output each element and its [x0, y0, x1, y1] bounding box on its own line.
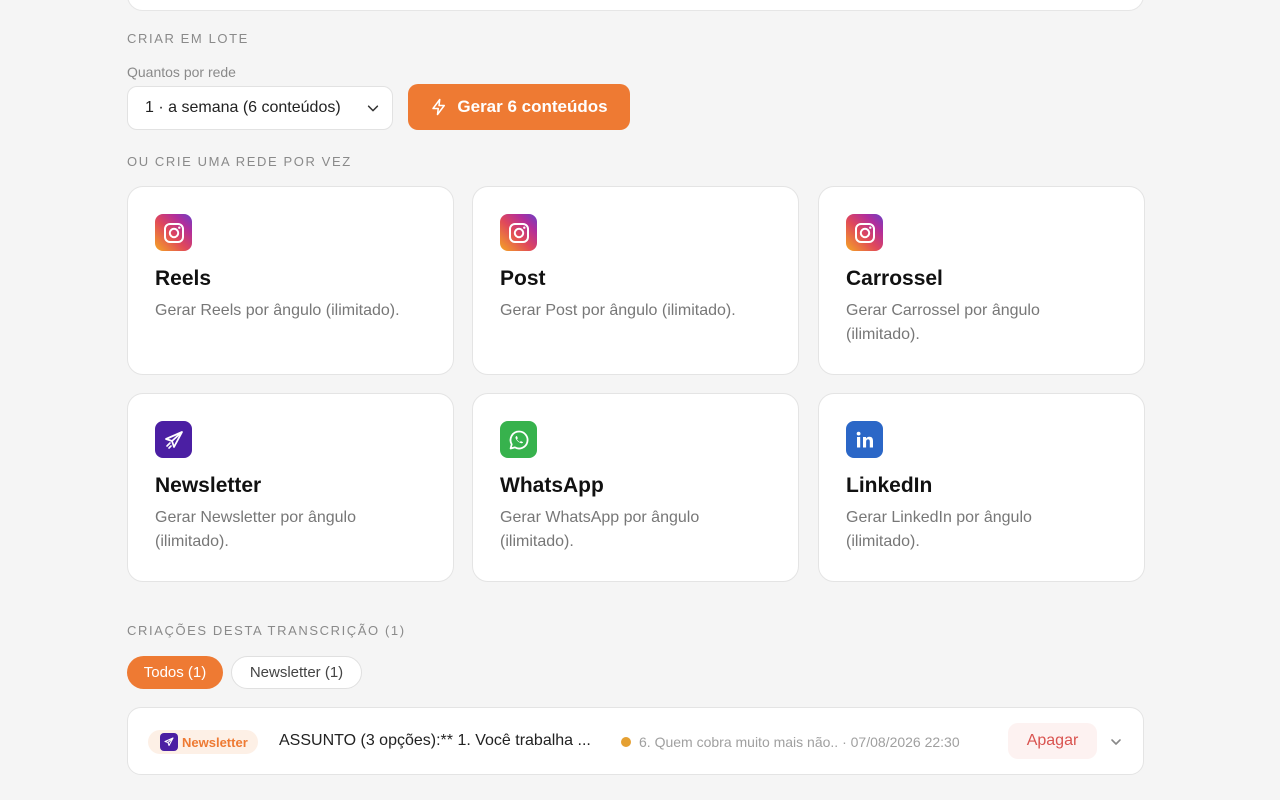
- type-badge-label: Newsletter: [182, 734, 248, 750]
- card-title: WhatsApp: [500, 474, 604, 497]
- card-linkedin[interactable]: LinkedIn Gerar LinkedIn por ângulo (ilim…: [818, 393, 1145, 582]
- paper-plane-icon: [160, 733, 178, 751]
- quantity-select-value: 1 · a semana (6 conteúdos): [145, 99, 341, 116]
- batch-section-title: CRIAR EM LOTE: [127, 31, 249, 46]
- creations-section-title: CRIAÇÕES DESTA TRANSCRIÇÃO (1): [127, 623, 406, 638]
- card-title: Carrossel: [846, 267, 943, 290]
- card-title: Post: [500, 267, 546, 290]
- quantity-select[interactable]: 1 · a semana (6 conteúdos): [127, 86, 393, 130]
- single-section-title: OU CRIE UMA REDE POR VEZ: [127, 154, 352, 169]
- card-description: Gerar Post por ângulo (ilimitado).: [500, 302, 736, 319]
- creation-item[interactable]: Newsletter ASSUNTO (3 opções):** 1. Você…: [127, 707, 1144, 775]
- chevron-down-icon[interactable]: [1108, 734, 1124, 750]
- card-title: Newsletter: [155, 474, 262, 497]
- card-title: Reels: [155, 267, 212, 290]
- card-reels[interactable]: Reels Gerar Reels por ângulo (ilimitado)…: [127, 186, 454, 375]
- card-description: Gerar WhatsApp por ângulo (ilimitado).: [500, 509, 700, 550]
- card-title: LinkedIn: [846, 474, 933, 497]
- generate-batch-label: Gerar 6 conteúdos: [457, 97, 608, 116]
- card-description: Gerar LinkedIn por ângulo (ilimitado).: [846, 509, 1032, 550]
- instagram-icon: [155, 214, 192, 251]
- linkedin-icon: [846, 421, 883, 458]
- paper-plane-icon: [155, 421, 192, 458]
- card-carrossel[interactable]: Carrossel Gerar Carrossel por ângulo (il…: [818, 186, 1145, 375]
- instagram-icon: [846, 214, 883, 251]
- card-description: Gerar Carrossel por ângulo (ilimitado).: [846, 302, 1040, 343]
- status-dot: [621, 737, 631, 747]
- filter-all[interactable]: Todos (1): [127, 656, 223, 689]
- filter-newsletter[interactable]: Newsletter (1): [231, 656, 362, 689]
- instagram-icon: [500, 214, 537, 251]
- chevron-down-icon: [367, 105, 379, 112]
- quantity-label: Quantos por rede: [127, 64, 236, 80]
- whatsapp-icon: [500, 421, 537, 458]
- card-newsletter[interactable]: Newsletter Gerar Newsletter por ângulo (…: [127, 393, 454, 582]
- card-whatsapp[interactable]: WhatsApp Gerar WhatsApp por ângulo (ilim…: [472, 393, 799, 582]
- delete-button[interactable]: Apagar: [1008, 723, 1097, 759]
- card-post[interactable]: Post Gerar Post por ângulo (ilimitado).: [472, 186, 799, 375]
- creation-title: ASSUNTO (3 opções):** 1. Você trabalha .…: [279, 732, 591, 749]
- card-description: Gerar Newsletter por ângulo (ilimitado).: [155, 509, 356, 550]
- previous-card: [127, 0, 1144, 11]
- creation-meta: 6. Quem cobra muito mais não.. · 07/08/2…: [639, 734, 960, 750]
- card-description: Gerar Reels por ângulo (ilimitado).: [155, 302, 400, 319]
- generate-batch-button[interactable]: Gerar 6 conteúdos: [408, 84, 630, 130]
- lightning-icon: [432, 98, 446, 116]
- type-badge: Newsletter: [148, 730, 258, 754]
